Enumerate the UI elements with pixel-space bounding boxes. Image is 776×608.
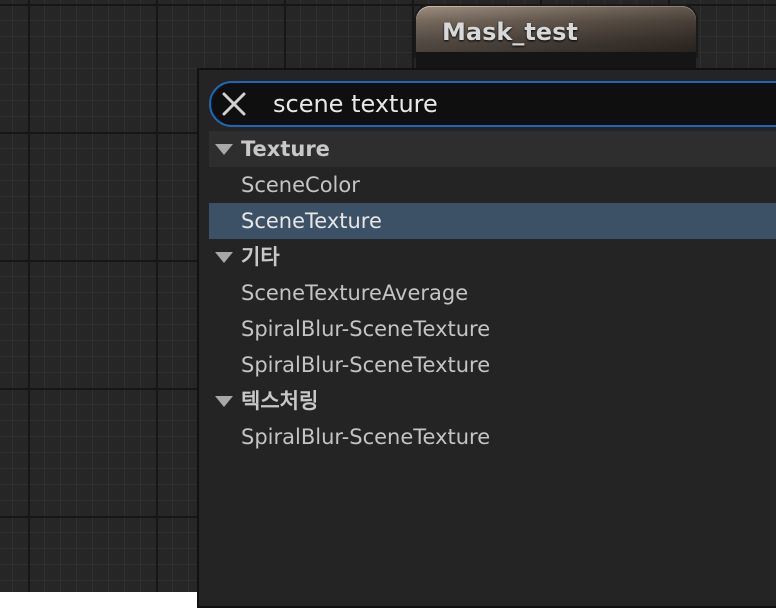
list-item[interactable]: SpiralBlur-SceneTexture [209,419,776,455]
category-texture[interactable]: Texture [209,131,776,167]
chevron-down-icon[interactable] [215,144,233,155]
category-texturing[interactable]: 텍스처링 [209,383,776,419]
material-node-header[interactable]: Mask_test [416,6,696,56]
category-label: 기타 [241,245,280,269]
category-label: 텍스처링 [241,389,319,413]
search-input[interactable] [273,87,773,121]
list-item-label: SceneTexture [241,209,382,233]
search-box [209,81,776,127]
list-item[interactable]: SceneColor [209,167,776,203]
list-item-label: SpiralBlur-SceneTexture [241,317,491,341]
list-item-selected[interactable]: SceneTexture [209,203,776,239]
list-item[interactable]: SpiralBlur-SceneTexture [209,311,776,347]
node-title: Mask_test [442,18,578,46]
chevron-down-icon[interactable] [215,396,233,407]
category-label: Texture [241,137,330,161]
node-search-popup: Texture SceneColor SceneTexture 기타 Scene… [197,68,776,608]
list-item-label: SpiralBlur-SceneTexture [241,425,491,449]
list-item[interactable]: SceneTextureAverage [209,275,776,311]
category-misc[interactable]: 기타 [209,239,776,275]
chevron-down-icon[interactable] [215,252,233,263]
list-item-label: SceneColor [241,173,360,197]
list-item-label: SpiralBlur-SceneTexture [241,353,491,377]
list-item[interactable]: SpiralBlur-SceneTexture [209,347,776,383]
list-item-label: SceneTextureAverage [241,281,469,305]
close-icon[interactable] [221,91,247,117]
search-results-list: Texture SceneColor SceneTexture 기타 Scene… [209,131,776,455]
